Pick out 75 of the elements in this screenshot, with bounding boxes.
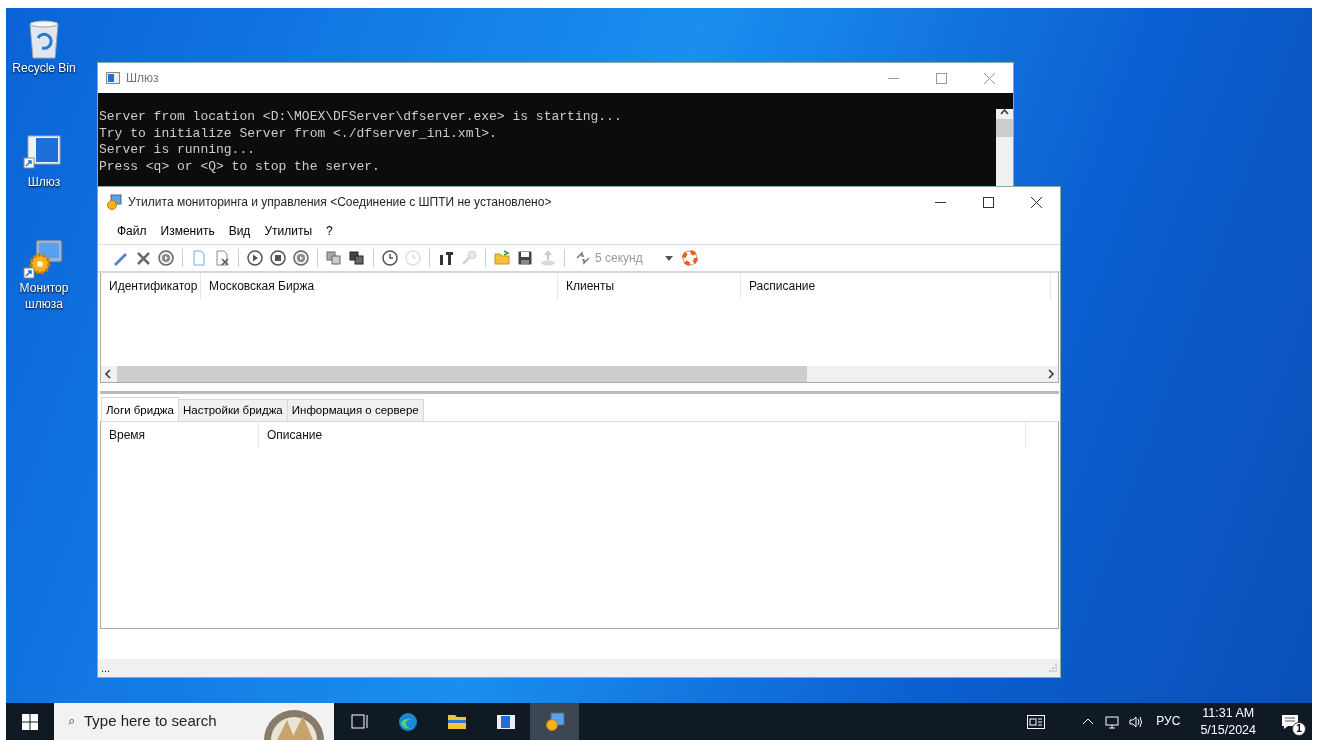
menu-item[interactable]: Вид (221, 219, 258, 242)
computers-icon (326, 250, 342, 266)
menu-item[interactable]: Утилиты (257, 219, 320, 242)
desktop-icon-label[interactable]: Recycle Bin (12, 60, 76, 77)
menu-item[interactable]: Файл (110, 219, 154, 242)
monitor-gear-icon (106, 194, 122, 210)
key-icon (461, 250, 477, 266)
maximize-icon (935, 72, 947, 84)
column-header[interactable]: Описание (259, 422, 1026, 449)
clock-icon (382, 250, 398, 266)
notification-count: 1 (1292, 722, 1306, 736)
scroll-thumb[interactable] (996, 119, 1013, 137)
toolbar-button[interactable] (245, 248, 265, 268)
scroll-up-icon (1000, 109, 1009, 115)
play-circle-icon (158, 250, 174, 266)
toolbar-button[interactable] (268, 248, 288, 268)
document-icon (191, 250, 207, 266)
scroll-thumb[interactable] (117, 366, 807, 382)
tab[interactable]: Информация о сервере (286, 399, 424, 422)
tab[interactable]: Логи бриджа (101, 397, 179, 422)
desktop-icon-label[interactable]: Монитор шлюза (6, 280, 82, 313)
save-icon (517, 250, 533, 266)
upload-icon (540, 250, 556, 266)
search-field[interactable]: Type here to search (54, 703, 254, 740)
column-header[interactable]: Московская Биржа (201, 273, 558, 299)
maximize-icon (982, 196, 994, 208)
lifebuoy-icon (681, 250, 698, 266)
resize-grip-icon (1049, 664, 1057, 672)
message-icon (1281, 713, 1299, 730)
help-button[interactable] (679, 248, 700, 268)
task-view-icon (348, 711, 369, 732)
volume-icon (1129, 714, 1144, 729)
caret-icon (664, 255, 673, 261)
toolbar-button[interactable] (291, 248, 311, 268)
clock-button[interactable]: 11:31 AM 5/15/2024 (1188, 704, 1268, 739)
window-title: Шлюз (126, 70, 159, 87)
windows-logo-icon (22, 713, 38, 730)
notifications-button[interactable]: 1 (1268, 703, 1312, 740)
toolbar-button[interactable] (347, 248, 367, 268)
tab[interactable]: Настройки бриджа (177, 399, 288, 422)
desktop-icon-label[interactable]: Шлюз (27, 174, 61, 191)
folder-icon (494, 250, 510, 266)
stop-icon (270, 250, 286, 266)
column-header[interactable]: Расписание (741, 273, 1051, 299)
column-header[interactable]: Время (101, 422, 259, 449)
search-input[interactable]: Type here to search (84, 710, 254, 733)
browser-icon (397, 711, 418, 732)
toolbar-button[interactable] (156, 248, 176, 268)
monitor-gear-icon (544, 711, 565, 732)
language-indicator[interactable]: РУС (1148, 713, 1189, 730)
window-title: Утилита мониторинга и управления <Соединение с ШПТИ не установлено> (128, 194, 552, 211)
column-header[interactable]: Клиенты (558, 273, 741, 299)
scrollbar[interactable] (996, 109, 1013, 187)
document-delete-icon (214, 250, 230, 266)
column-header[interactable]: Идентификатор (101, 273, 201, 299)
monitor-gear-icon[interactable] (22, 236, 66, 280)
news-icon (1027, 714, 1046, 729)
console-app-icon (106, 72, 120, 84)
play-circle-icon (293, 250, 309, 266)
play-icon (247, 250, 263, 266)
clock-date: 5/15/2024 (1200, 721, 1256, 739)
clock-icon (405, 250, 421, 266)
menu-item[interactable]: ? (319, 219, 340, 242)
console-output: Server from location <D:\MOEX\DFServer\dfserver.exe> is starting... Try to initialize Server from <./dfserver_ini.xml>. Server is running... Press <q> or <Q> to stop the server. (99, 109, 623, 176)
network-icon (1105, 714, 1120, 729)
refresh-icon (575, 251, 591, 265)
scrollbar[interactable] (101, 366, 1058, 382)
close-icon (1030, 196, 1042, 208)
status-text: ... (101, 660, 111, 676)
computers-icon (349, 250, 365, 266)
menu-item[interactable]: Изменить (153, 219, 222, 242)
pen-icon (112, 250, 128, 266)
clock-time: 11:31 AM (1202, 704, 1255, 722)
toolbar-button[interactable] (380, 248, 400, 268)
close-icon (983, 72, 995, 84)
